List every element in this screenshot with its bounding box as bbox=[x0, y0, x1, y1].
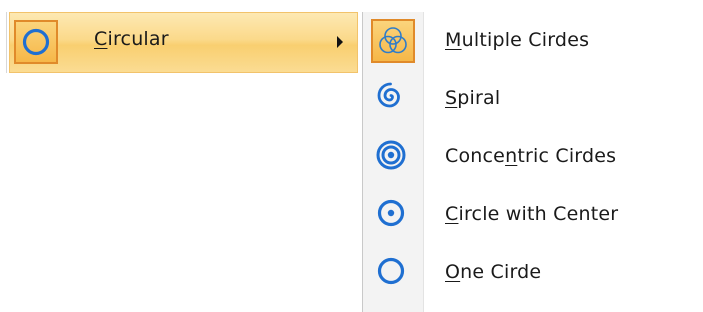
circle-with-center-icon bbox=[371, 193, 415, 237]
multiple-circles-icon bbox=[371, 19, 415, 63]
submenu-item-label: Circle with Center bbox=[445, 203, 619, 225]
submenu-item-concentric-circles[interactable]: Concentric Cirdes bbox=[363, 128, 703, 186]
circular-submenu: Multiple Cirdes Spiral Concentric Cirdes bbox=[362, 12, 703, 312]
submenu-item-label: Concentric Cirdes bbox=[445, 145, 617, 167]
spiral-icon bbox=[371, 77, 415, 121]
submenu-item-label: Spiral bbox=[445, 87, 501, 109]
submenu-arrow-icon bbox=[337, 36, 343, 48]
menu-item-circular[interactable]: Circular bbox=[9, 12, 358, 73]
submenu-item-spiral[interactable]: Spiral bbox=[363, 70, 703, 128]
menu-item-circular-label: Circular bbox=[94, 28, 169, 50]
submenu-item-circle-with-center[interactable]: Circle with Center bbox=[363, 186, 703, 244]
one-circle-icon bbox=[371, 251, 415, 295]
menu-canvas: Circular Multiple Cirdes Spiral Concentr… bbox=[0, 0, 703, 312]
submenu-item-label: Multiple Cirdes bbox=[445, 29, 590, 51]
circle-outline-icon bbox=[14, 20, 58, 64]
submenu-item-multiple-circles[interactable]: Multiple Cirdes bbox=[363, 12, 703, 70]
submenu-item-label: One Cirde bbox=[445, 261, 542, 283]
parent-menu-border bbox=[6, 12, 7, 73]
submenu-item-one-circle[interactable]: One Cirde bbox=[363, 244, 703, 302]
concentric-circles-icon bbox=[371, 135, 415, 179]
